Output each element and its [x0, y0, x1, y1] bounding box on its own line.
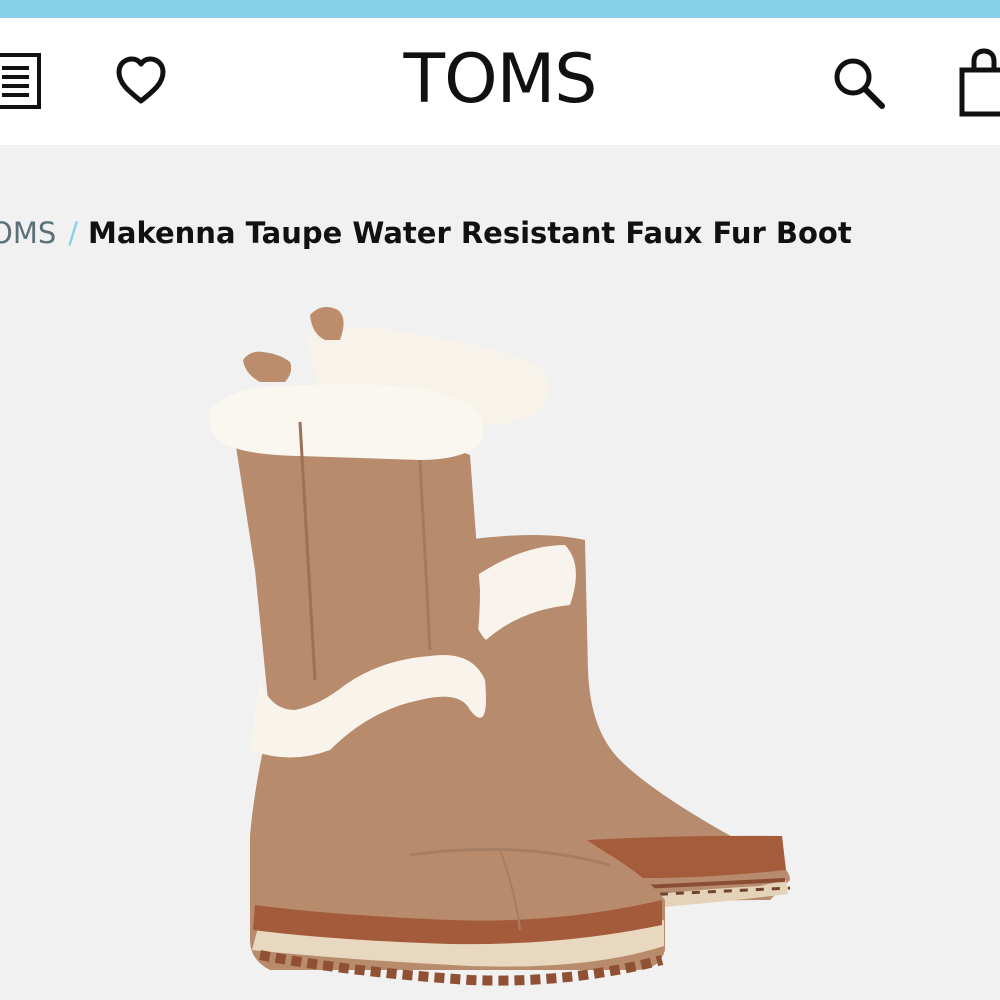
breadcrumb: OMS / Makenna Taupe Water Resistant Faux F…	[0, 213, 852, 253]
menu-icon	[0, 53, 41, 109]
site-header: TOMS	[0, 18, 1000, 145]
toms-logo[interactable]: TOMS	[380, 40, 620, 120]
shopping-bag-icon	[959, 48, 1000, 117]
heart-icon	[116, 56, 166, 104]
breadcrumb-separator: /	[68, 216, 79, 250]
wishlist-button[interactable]	[112, 54, 170, 108]
menu-button[interactable]	[0, 52, 46, 112]
search-icon	[834, 58, 885, 109]
breadcrumb-home-link[interactable]: OMS	[0, 216, 56, 250]
product-image[interactable]	[0, 280, 1000, 1000]
front-boot	[209, 351, 665, 986]
search-button[interactable]	[830, 54, 892, 116]
breadcrumb-current-product: Makenna Taupe Water Resistant Faux Fur B…	[88, 216, 852, 250]
top-accent-strip	[0, 0, 1000, 18]
shopping-bag-button[interactable]	[952, 48, 1000, 118]
product-page: TOMS OMS / Makenna Taupe Water Resistant F…	[0, 0, 1000, 1000]
